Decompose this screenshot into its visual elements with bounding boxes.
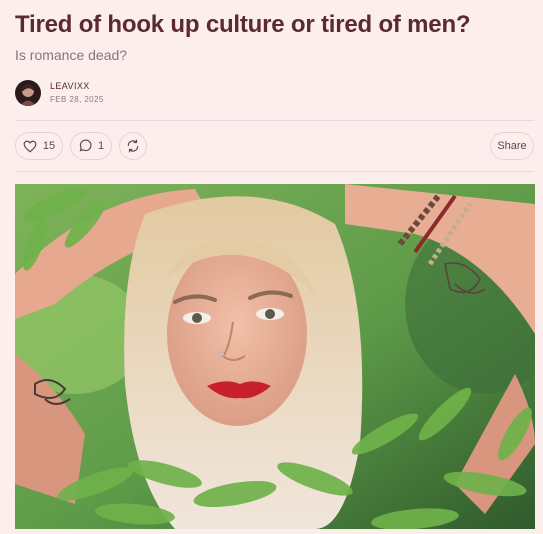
byline: LEAVIXX FEB 28, 2025: [15, 79, 534, 106]
byline-text: LEAVIXX FEB 28, 2025: [50, 81, 104, 105]
post-actions: 15 1 Share: [15, 121, 534, 171]
post-date: FEB 28, 2025: [50, 94, 104, 104]
heart-icon: [23, 140, 37, 153]
comment-count: 1: [97, 140, 105, 152]
comment-bubble-icon: [78, 139, 92, 153]
comment-button[interactable]: 1: [70, 132, 112, 160]
share-button[interactable]: Share: [490, 132, 534, 160]
restack-icon: [126, 139, 140, 153]
post-page: Tired of hook up culture or tired of men…: [0, 0, 543, 534]
post-title: Tired of hook up culture or tired of men…: [15, 11, 471, 38]
author-avatar[interactable]: [15, 79, 41, 106]
author-name[interactable]: LEAVIXX: [50, 81, 104, 92]
restack-button[interactable]: [119, 132, 147, 160]
like-button[interactable]: 15: [15, 132, 63, 160]
post-subtitle: Is romance dead?: [15, 47, 128, 63]
divider: [15, 171, 534, 172]
post-hero-image[interactable]: [15, 184, 535, 529]
like-count: 15: [42, 140, 56, 152]
